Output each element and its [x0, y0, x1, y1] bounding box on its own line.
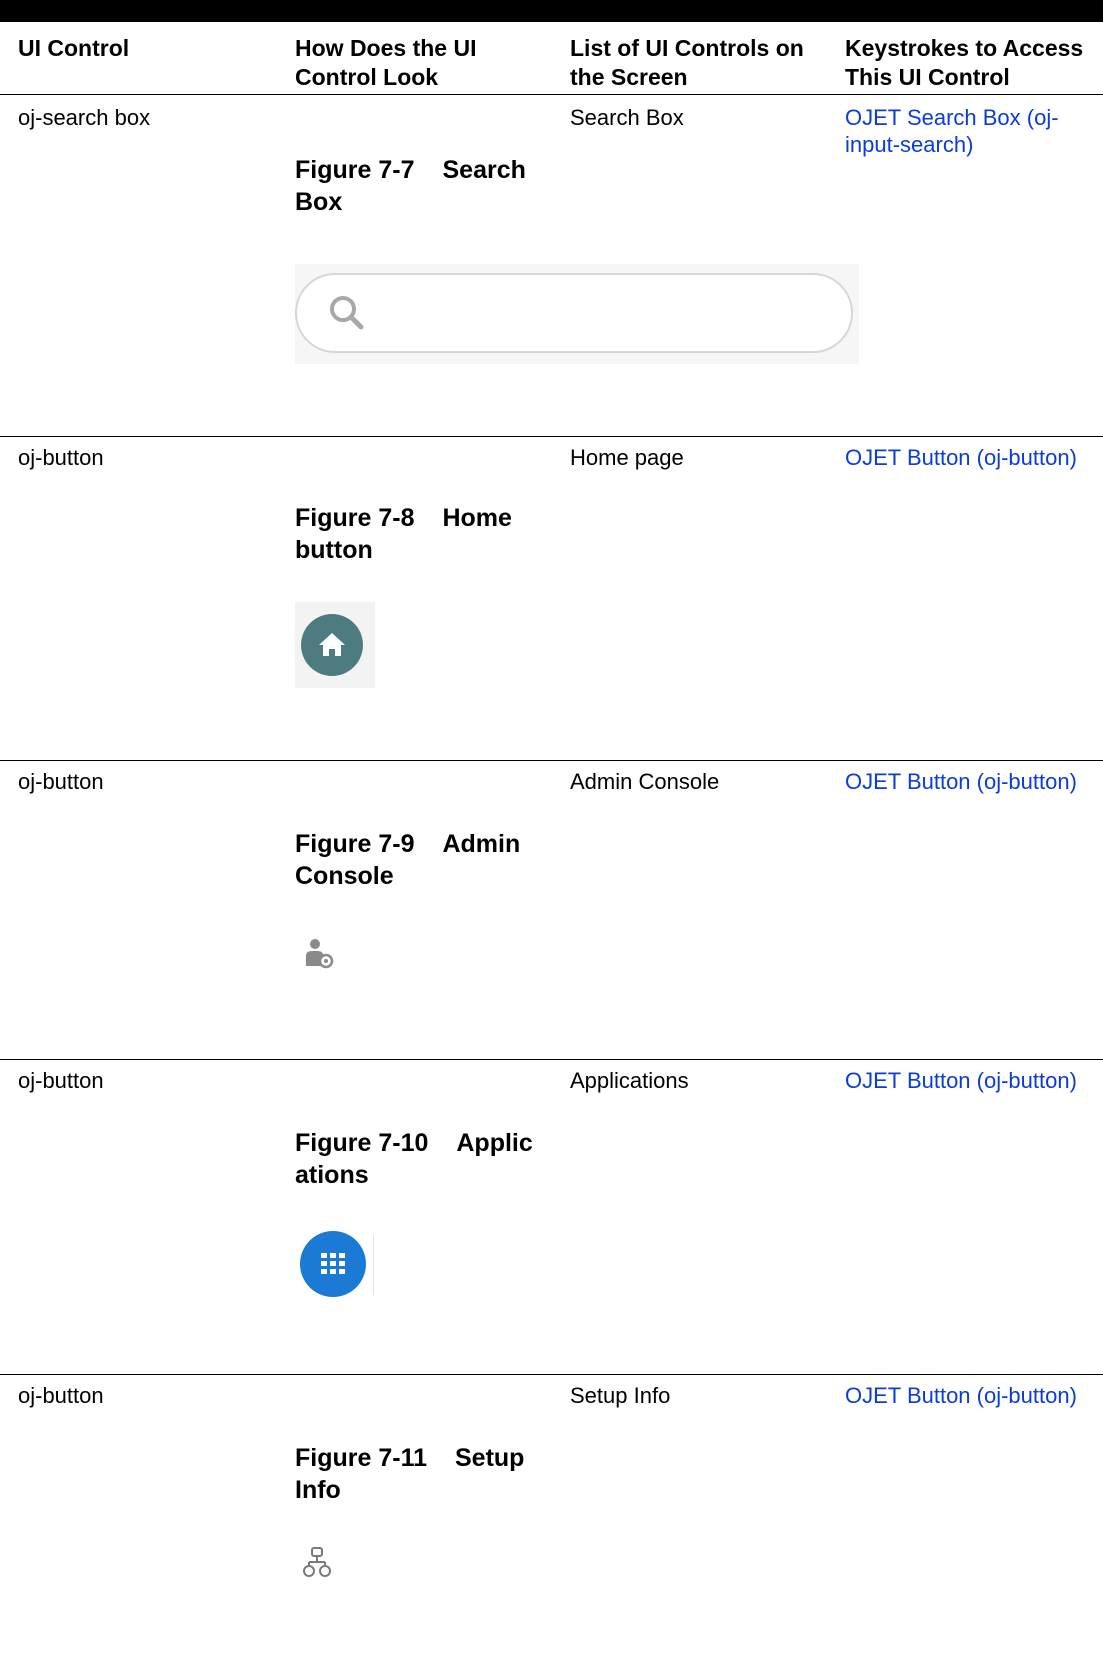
search-input[interactable]: [295, 273, 853, 353]
figure-title: Figure 7-8 Home button: [295, 504, 512, 564]
ui-controls-table: UI Control How Does the UI Control Look L…: [0, 22, 1103, 95]
screen-item: Admin Console: [570, 769, 720, 794]
screen-item: Search Box: [570, 105, 684, 130]
header-keystrokes: Keystrokes to Access This UI Control: [845, 35, 1084, 90]
row-separator: [0, 436, 1103, 437]
control-name: oj-search box: [18, 105, 151, 130]
row-separator: [0, 760, 1103, 761]
apps-grid-icon: [321, 1253, 345, 1274]
keystroke-link[interactable]: OJET Button (oj-button): [845, 1382, 1100, 1409]
keystroke-link[interactable]: OJET Button (oj-button): [845, 768, 1100, 795]
keystroke-link[interactable]: OJET Button (oj-button): [845, 1067, 1100, 1094]
figure-title: Figure 7-11 Setup Info: [295, 1444, 525, 1504]
admin-user-gear-icon[interactable]: [303, 938, 335, 970]
search-icon: [330, 296, 364, 330]
control-name: oj-button: [18, 445, 104, 470]
header-control-look: How Does the UI Control Look: [295, 35, 477, 90]
header-ui-control: UI Control: [18, 35, 130, 61]
row-separator: [0, 1059, 1103, 1060]
screen-item: Home page: [570, 445, 684, 470]
home-button-figure: [295, 602, 375, 688]
screen-item: Setup Info: [570, 1383, 671, 1408]
table-header: UI Control How Does the UI Control Look L…: [0, 22, 1103, 95]
figure-title: Figure 7-10 Applic ations: [295, 1129, 533, 1189]
figure-title: Figure 7-9 Admin Console: [295, 830, 521, 890]
setup-hierarchy-icon[interactable]: [301, 1546, 333, 1578]
applications-button[interactable]: [300, 1231, 366, 1297]
home-button[interactable]: [301, 614, 363, 676]
screen-item: Applications: [570, 1068, 689, 1093]
control-name: oj-button: [18, 769, 104, 794]
figure-title: Figure 7-7 Search Box: [295, 156, 526, 216]
keystroke-link[interactable]: OJET Search Box (oj-input-search): [845, 104, 1100, 158]
figure-edge: [373, 1235, 374, 1295]
home-icon: [319, 633, 345, 656]
control-name: oj-button: [18, 1068, 104, 1093]
row-separator: [0, 1374, 1103, 1375]
header-controls-list: List of UI Controls on the Screen: [570, 35, 804, 90]
top-rule: [0, 0, 1103, 22]
keystroke-link[interactable]: OJET Button (oj-button): [845, 444, 1100, 471]
search-box-figure: [295, 264, 859, 364]
control-name: oj-button: [18, 1383, 104, 1408]
